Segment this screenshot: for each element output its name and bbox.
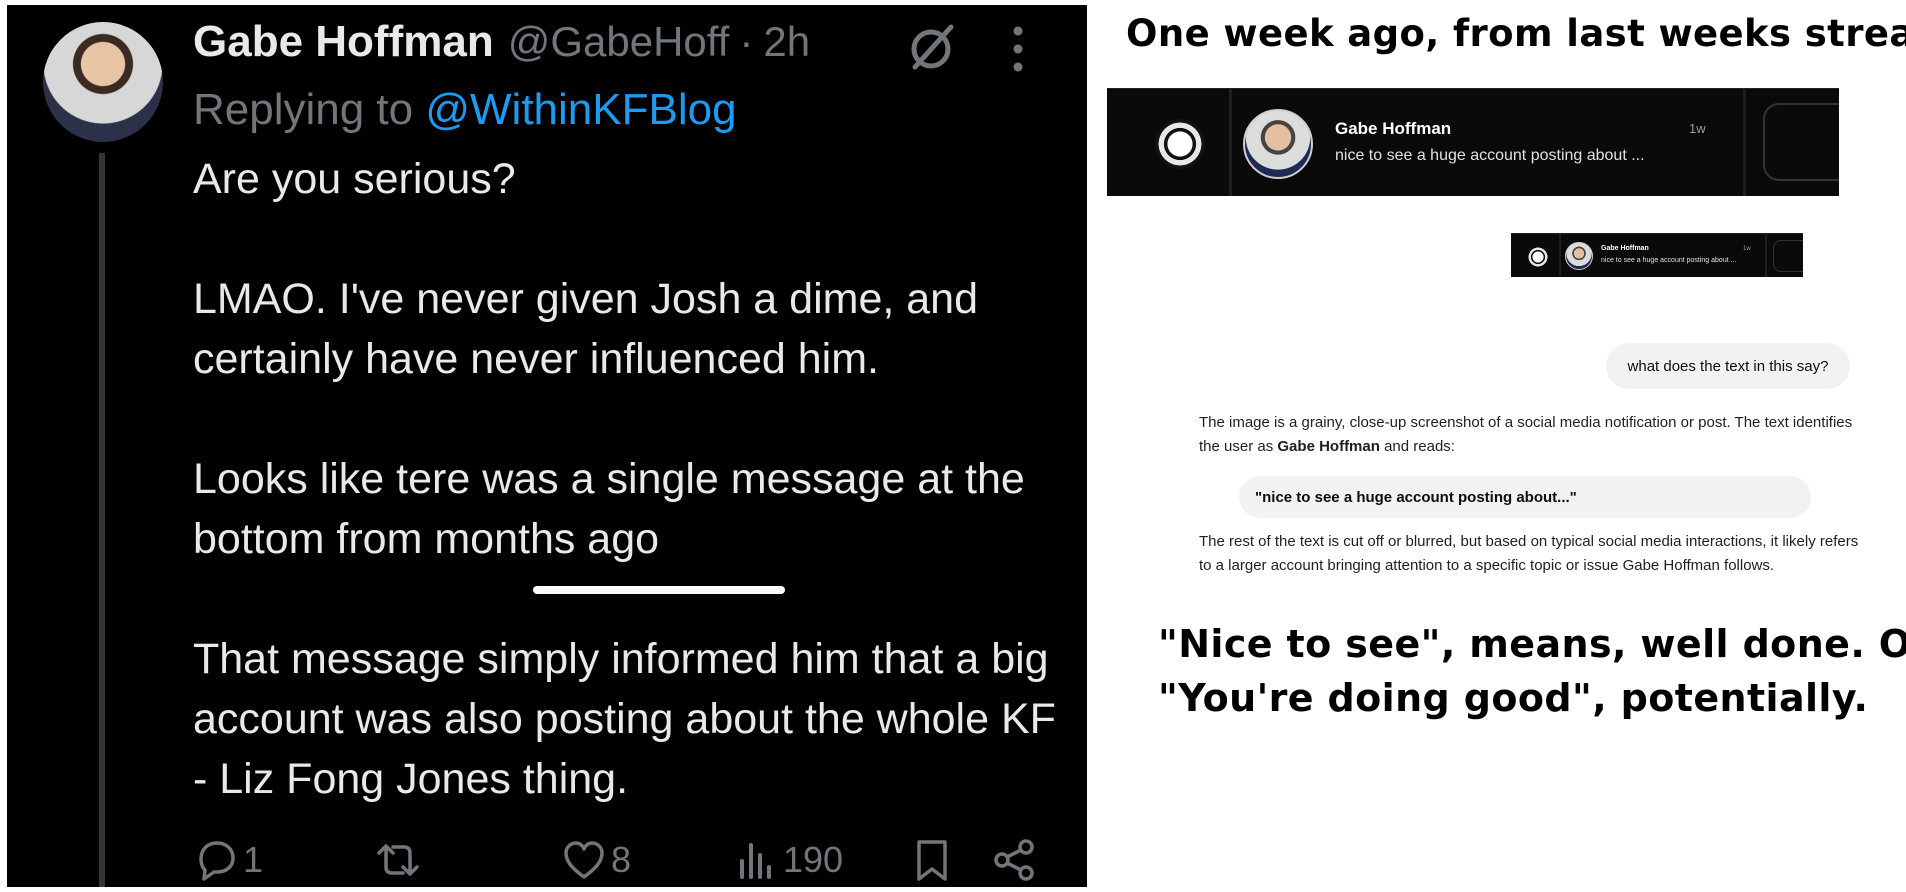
bookmark-icon (917, 840, 947, 881)
notification-crop-large: Gabe Hoffman nice to see a huge account … (1107, 88, 1839, 196)
replying-to: Replying to @WithinKFBlog (193, 85, 737, 135)
divider (1743, 89, 1746, 196)
like-icon (564, 841, 604, 879)
tweet-paragraph: Are you serious? (193, 155, 516, 203)
notification-avatar (1243, 109, 1313, 179)
tweet-paragraph: LMAO. I've never given Josh a dime, and … (193, 275, 979, 383)
like-count: 8 (611, 839, 632, 880)
user-chat-message: what does the text in this say? (1606, 343, 1850, 389)
reply-button[interactable]: 1 (193, 835, 263, 885)
grok-icon[interactable] (903, 19, 959, 75)
tweet-paragraph: Looks like tere was a single message at … (193, 455, 1025, 563)
notification-preview: nice to see a huge account posting about… (1335, 147, 1645, 164)
divider (1765, 234, 1767, 277)
app-logo-icon (1155, 119, 1205, 169)
ai-quote-block: "nice to see a huge account posting abou… (1239, 476, 1811, 518)
author-handle[interactable]: @GabeHoff (508, 18, 730, 66)
notification-edge (1763, 103, 1839, 181)
replying-to-label: Replying to (193, 85, 426, 134)
notification-avatar (1565, 242, 1593, 270)
notification-name: Gabe Hoffman (1335, 119, 1452, 138)
notification-time: 1w (1689, 121, 1706, 136)
notification-name: Gabe Hoffman (1601, 245, 1649, 252)
reply-icon (199, 841, 235, 881)
reply-count: 1 (243, 839, 264, 880)
tweet-panel: Gabe Hoffman @GabeHoff · 2h Replying to … (7, 5, 1087, 887)
notification-time: 1w (1743, 246, 1751, 252)
timestamp-separator: · (739, 18, 754, 65)
like-button[interactable]: 8 (561, 835, 631, 885)
reply-mention-link[interactable]: @WithinKFBlog (425, 85, 736, 134)
ai-identified-name: Gabe Hoffman (1277, 438, 1380, 455)
divider (1229, 89, 1232, 196)
timestamp[interactable]: 2h (763, 18, 810, 66)
notification-edge (1773, 240, 1803, 272)
ai-response-followup: The rest of the text is cut off or blurr… (1199, 533, 1859, 574)
more-icon[interactable] (1007, 25, 1029, 73)
bottom-caption-line: "You're doing good", potentially. (1158, 676, 1869, 720)
bookmark-button[interactable] (909, 835, 955, 885)
tweet-action-bar: 1 8 190 (193, 835, 1043, 891)
tweet-paragraph: That message simply informed him that a … (193, 635, 1056, 803)
views-count: 190 (783, 839, 844, 880)
ai-response-intro: The image is a grainy, close-up screensh… (1199, 411, 1859, 459)
scroll-indicator (533, 586, 785, 594)
share-icon (994, 839, 1034, 881)
views-button[interactable]: 190 (733, 835, 843, 885)
ai-intro-end: and reads: (1379, 438, 1455, 455)
share-button[interactable] (991, 835, 1037, 885)
notification-crop-small: Gabe Hoffman nice to see a huge account … (1511, 233, 1803, 277)
retweet-button[interactable] (375, 835, 421, 885)
thread-line (99, 153, 105, 887)
bottom-caption-line: "Nice to see", means, well done. Or, (1158, 622, 1906, 666)
divider (1559, 234, 1561, 277)
top-caption: One week ago, from last weeks stream. (1126, 12, 1906, 55)
author-name[interactable]: Gabe Hoffman (193, 17, 494, 67)
views-icon (740, 843, 771, 879)
app-logo-icon (1527, 246, 1549, 268)
notification-preview: nice to see a huge account posting about… (1601, 257, 1737, 264)
retweet-icon (377, 844, 419, 876)
tweet-header: Gabe Hoffman @GabeHoff · 2h (193, 17, 810, 77)
author-avatar[interactable] (43, 22, 163, 142)
